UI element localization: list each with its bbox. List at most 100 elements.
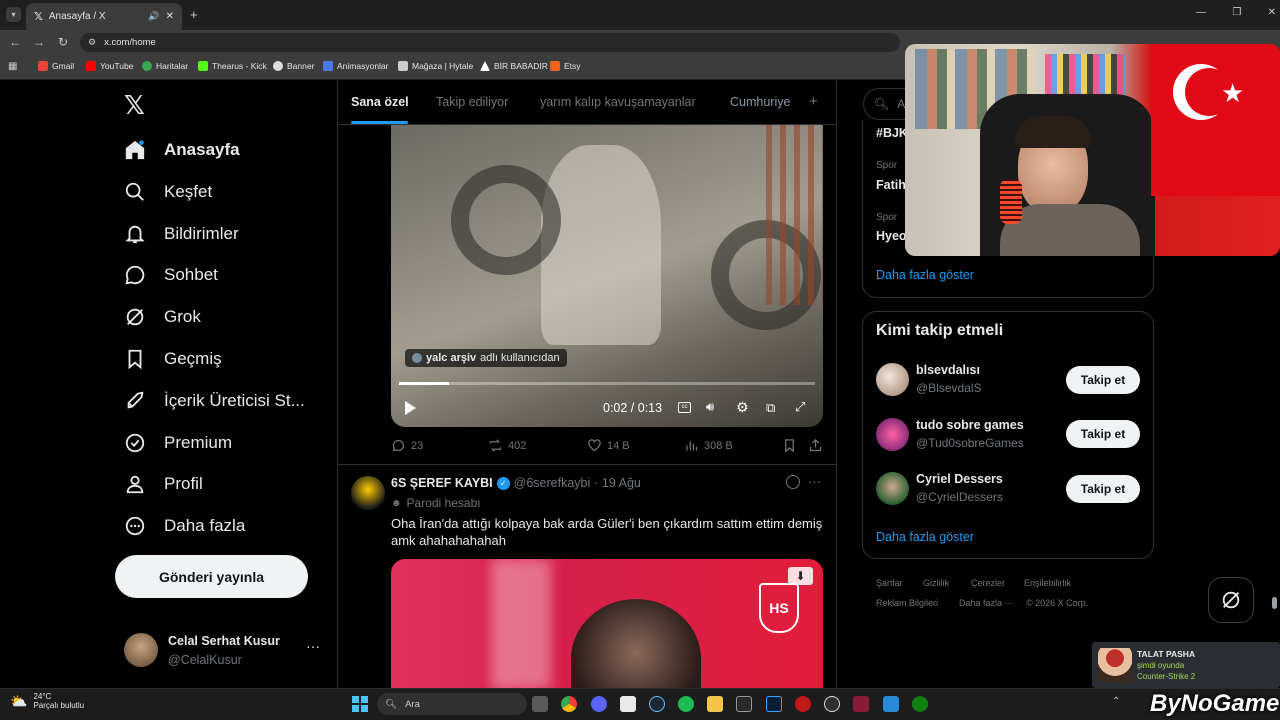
bookmark-kick[interactable]: Thearus - Kick xyxy=(198,61,267,71)
tab-list-button[interactable]: ▾ xyxy=(6,7,21,22)
add-tab-icon[interactable]: + xyxy=(809,93,818,110)
maximize-icon[interactable]: ❐ xyxy=(1232,7,1241,18)
follow-button[interactable]: Takip et xyxy=(1066,420,1140,448)
bookmark-hytale[interactable]: Mağaza | Hytale xyxy=(398,61,473,71)
store-icon[interactable] xyxy=(883,696,899,712)
game-notification[interactable]: TALAT PASHA şimdi oyunda Counter-Strike … xyxy=(1092,642,1280,688)
sidebar-item-chat[interactable]: Sohbet xyxy=(124,264,218,286)
sidebar-item-grok[interactable]: Grok xyxy=(124,306,201,328)
volume-icon[interactable]: 🔊︎ xyxy=(706,399,714,415)
tab-list[interactable]: yarım kalıp kavuşamayanlar xyxy=(540,95,696,109)
tweet-date[interactable]: · 19 Ağu xyxy=(594,476,641,490)
site-info-icon[interactable]: ⚙ xyxy=(88,37,96,48)
suggestion-name[interactable]: blsevdalısı xyxy=(916,363,980,377)
forward-icon[interactable]: → xyxy=(33,35,45,49)
app-icon[interactable] xyxy=(853,696,869,712)
follow-button[interactable]: Takip et xyxy=(1066,366,1140,394)
new-tab-button[interactable]: + xyxy=(190,7,198,22)
sidebar-item-home[interactable]: Anasayfa xyxy=(124,139,240,161)
tweet-author-avatar[interactable] xyxy=(351,476,385,510)
back-icon[interactable]: ← xyxy=(9,35,21,49)
bookmark-gmail[interactable]: Gmail xyxy=(38,61,74,71)
speaker-icon[interactable]: 🔊 xyxy=(148,11,159,22)
footer-privacy[interactable]: Gizlilik xyxy=(923,578,949,588)
suggestion-name[interactable]: tudo sobre games xyxy=(916,418,1024,432)
captions-icon[interactable]: cc xyxy=(678,402,691,413)
sidebar-item-creator-studio[interactable]: İçerik Üreticisi St... xyxy=(124,390,305,412)
footer-ads-info[interactable]: Reklam Bilgileri xyxy=(876,598,938,608)
reload-icon[interactable]: ↻ xyxy=(58,35,68,49)
trend-item[interactable]: Fatih xyxy=(876,178,906,192)
bookmark-bir-babadir[interactable]: BİR BABADIR xyxy=(480,61,548,71)
start-icon[interactable] xyxy=(352,696,368,712)
sidebar-item-explore[interactable]: Keşfet xyxy=(124,181,212,203)
avatar[interactable] xyxy=(876,472,909,505)
sidebar-item-bookmarks[interactable]: Geçmiş xyxy=(124,348,222,370)
trend-item[interactable]: Hyeo xyxy=(876,229,907,243)
xbox-icon[interactable] xyxy=(912,696,928,712)
video-source-badge[interactable]: yalc arşiv adlı kullanıcıdan xyxy=(405,349,567,367)
sidebar-item-notifications[interactable]: Bildirimler xyxy=(124,223,239,245)
like-button[interactable]: 14 B xyxy=(587,438,630,453)
sidebar-item-more[interactable]: Daha fazla xyxy=(124,515,245,537)
discord-icon[interactable] xyxy=(591,696,607,712)
x-logo-icon[interactable]: 𝕏 xyxy=(124,90,145,121)
views-button[interactable]: 308 B xyxy=(684,438,733,453)
show-more-follow-link[interactable]: Daha fazla göster xyxy=(876,530,974,544)
task-view-icon[interactable] xyxy=(532,696,548,712)
show-more-trends-link[interactable]: Daha fazla göster xyxy=(876,268,974,282)
weather-widget[interactable]: ⛅ 24°C Parçalı bulutlu xyxy=(10,692,84,710)
record-app-icon[interactable] xyxy=(795,696,811,712)
download-icon[interactable]: ⬇ xyxy=(788,567,813,585)
widgets-icon[interactable] xyxy=(620,696,636,712)
account-switcher[interactable]: Celal Serhat Kusur @CelalKusur ··· xyxy=(124,632,324,670)
post-button[interactable]: Gönderi yayınla xyxy=(115,555,308,598)
tab-for-you[interactable]: Sana özel xyxy=(351,95,409,109)
tray-overflow-icon[interactable]: ⌃ xyxy=(1112,696,1120,707)
grok-floating-button[interactable] xyxy=(1208,577,1254,623)
close-window-icon[interactable]: ✕ xyxy=(1268,7,1276,18)
tab-following[interactable]: Takip ediliyor xyxy=(436,95,508,109)
bookmark-button[interactable] xyxy=(782,438,797,453)
bookmark-youtube[interactable]: YouTube xyxy=(86,61,133,71)
page-scrollbar-thumb[interactable] xyxy=(1272,597,1277,609)
more-dots-icon[interactable]: ··· xyxy=(808,474,821,489)
footer-terms[interactable]: Şartlar xyxy=(876,578,903,588)
footer-accessibility[interactable]: Erişilebilirlik xyxy=(1024,578,1071,588)
play-icon[interactable] xyxy=(405,401,416,415)
chrome-icon[interactable] xyxy=(561,696,577,712)
bookmark-banner[interactable]: Banner xyxy=(273,61,314,71)
tab-cumhuriyet[interactable]: Cumhuriye xyxy=(730,95,790,109)
pip-icon[interactable]: ⧉ xyxy=(766,400,775,416)
suggestion-name[interactable]: Cyriel Dessers xyxy=(916,472,1003,486)
footer-more[interactable]: Daha fazla ··· xyxy=(959,598,1014,608)
sidebar-item-profile[interactable]: Profil xyxy=(124,473,203,495)
reply-button[interactable]: 23 xyxy=(391,438,423,453)
trend-item[interactable]: #BJK xyxy=(876,126,908,140)
grok-icon[interactable] xyxy=(786,475,800,489)
repost-button[interactable]: 402 xyxy=(488,438,526,453)
video-player[interactable]: yalc arşiv adlı kullanıcıdan 0:02 / 0:13… xyxy=(391,125,823,427)
avatar[interactable] xyxy=(876,418,909,451)
video-progress-track[interactable] xyxy=(399,382,815,385)
photoshop-icon[interactable] xyxy=(766,696,782,712)
obs-icon[interactable] xyxy=(824,696,840,712)
file-explorer-icon[interactable] xyxy=(707,696,723,712)
epic-games-icon[interactable] xyxy=(736,696,752,712)
follow-button[interactable]: Takip et xyxy=(1066,475,1140,503)
footer-cookies[interactable]: Çerezler xyxy=(971,578,1005,588)
apps-icon[interactable]: ▦ xyxy=(8,61,17,72)
tweet-media[interactable]: HS ⬇ xyxy=(391,559,823,689)
tab-close-icon[interactable]: ✕ xyxy=(166,11,174,22)
steam-icon[interactable] xyxy=(649,696,665,712)
browser-tab[interactable]: 𝕏 Anasayfa / X 🔊 ✕ xyxy=(26,3,182,30)
bookmark-etsy[interactable]: Etsy xyxy=(550,61,581,71)
bookmark-maps[interactable]: Haritalar xyxy=(142,61,188,71)
fullscreen-icon[interactable]: ⤢ xyxy=(795,399,805,415)
avatar[interactable] xyxy=(876,363,909,396)
url-field[interactable]: ⚙ x.com/home xyxy=(80,33,900,52)
tweet-author-handle[interactable]: @6serefkaybi xyxy=(514,476,591,490)
settings-icon[interactable]: ⚙ xyxy=(736,399,749,416)
taskbar-search[interactable]: 🔍︎ Ara xyxy=(377,693,527,715)
more-dots-icon[interactable]: ··· xyxy=(306,638,320,654)
